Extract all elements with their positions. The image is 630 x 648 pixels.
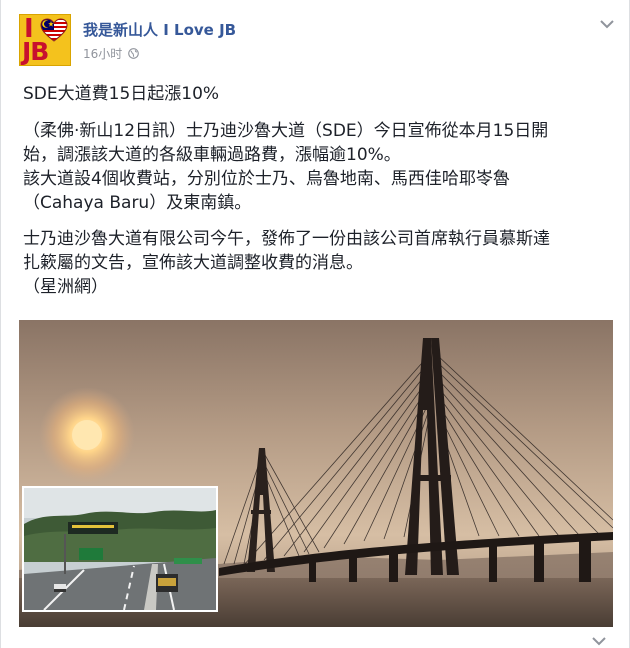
facebook-post-card: I JB 我是新山人 I Love JB 16小时 SDE大道費15日起漲10%…	[0, 0, 630, 648]
timestamp-text: 16小时	[83, 47, 123, 61]
post-timestamp[interactable]: 16小时	[83, 46, 140, 62]
post-paragraph-line: 士乃迪沙魯大道有限公司今午，發佈了一份由該公司首席執行員慕斯達	[23, 229, 550, 249]
chevron-down-icon-bottom[interactable]	[591, 634, 607, 646]
avatar-letters-jb: JB	[22, 37, 49, 66]
post-paragraph-line: 該大道設4個收費站，分別位於士乃、烏魯地南、馬西佳哈耶岺魯	[23, 169, 510, 189]
post-source-credit: （星洲網）	[23, 277, 108, 297]
page-name-link[interactable]: 我是新山人 I Love JB	[83, 20, 236, 40]
post-headline: SDE大道費15日起漲10%	[23, 84, 220, 104]
post-body: SDE大道費15日起漲10% （柔佛‧新山12日訊）士乃迪沙魯大道（SDE）今日…	[23, 82, 618, 299]
highway-toll-photo	[24, 488, 216, 610]
post-paragraph-line: 始，調漲該大道的各級車輛過路費，漲幅逾10%。	[23, 145, 401, 165]
post-paragraph-line: （柔佛‧新山12日訊）士乃迪沙魯大道（SDE）今日宣佈從本月15日開	[23, 121, 549, 141]
post-paragraph-line: 扎簌屬的文告，宣佈該大道調整收費的消息。	[23, 253, 363, 273]
globe-icon	[128, 48, 140, 59]
highway-inset-photo	[22, 486, 218, 612]
post-photo[interactable]	[19, 320, 613, 627]
chevron-down-icon[interactable]	[599, 18, 615, 30]
page-avatar[interactable]: I JB	[19, 14, 71, 66]
post-paragraph-line: （Cahaya Baru）及東南鎮。	[23, 193, 252, 213]
